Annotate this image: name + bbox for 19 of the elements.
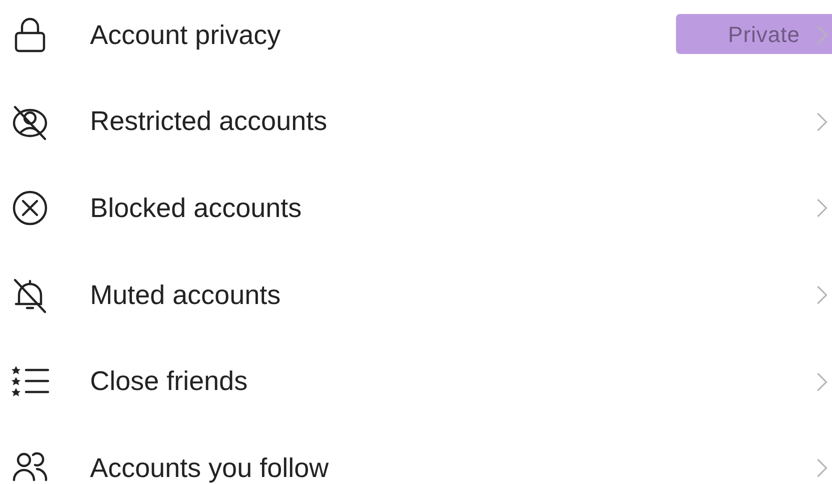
row-label: Blocked accounts bbox=[90, 192, 302, 224]
chevron-right-icon bbox=[816, 197, 828, 220]
row-label: Muted accounts bbox=[90, 280, 281, 311]
settings-row[interactable]: Restricted accounts bbox=[0, 78, 832, 166]
chevron-right-icon bbox=[816, 110, 828, 133]
settings-row[interactable]: Blocked accounts bbox=[0, 165, 832, 252]
chevron-right-icon bbox=[816, 370, 828, 393]
row-label: Account privacy bbox=[90, 20, 281, 51]
row-label: Accounts you follow bbox=[90, 452, 329, 484]
settings-row[interactable]: Accounts you follow bbox=[0, 424, 832, 484]
chevron-right-icon bbox=[816, 24, 828, 46]
chevron-right-icon bbox=[816, 284, 828, 306]
row-label: Close friends bbox=[90, 366, 248, 398]
row-value: Private bbox=[728, 22, 800, 48]
settings-row[interactable]: Close friends bbox=[0, 338, 832, 425]
row-label: Restricted accounts bbox=[90, 106, 328, 138]
settings-row[interactable]: Muted accounts bbox=[0, 252, 832, 338]
settings-row[interactable]: Account privacy Private bbox=[0, 0, 832, 79]
chevron-right-icon bbox=[816, 457, 828, 480]
